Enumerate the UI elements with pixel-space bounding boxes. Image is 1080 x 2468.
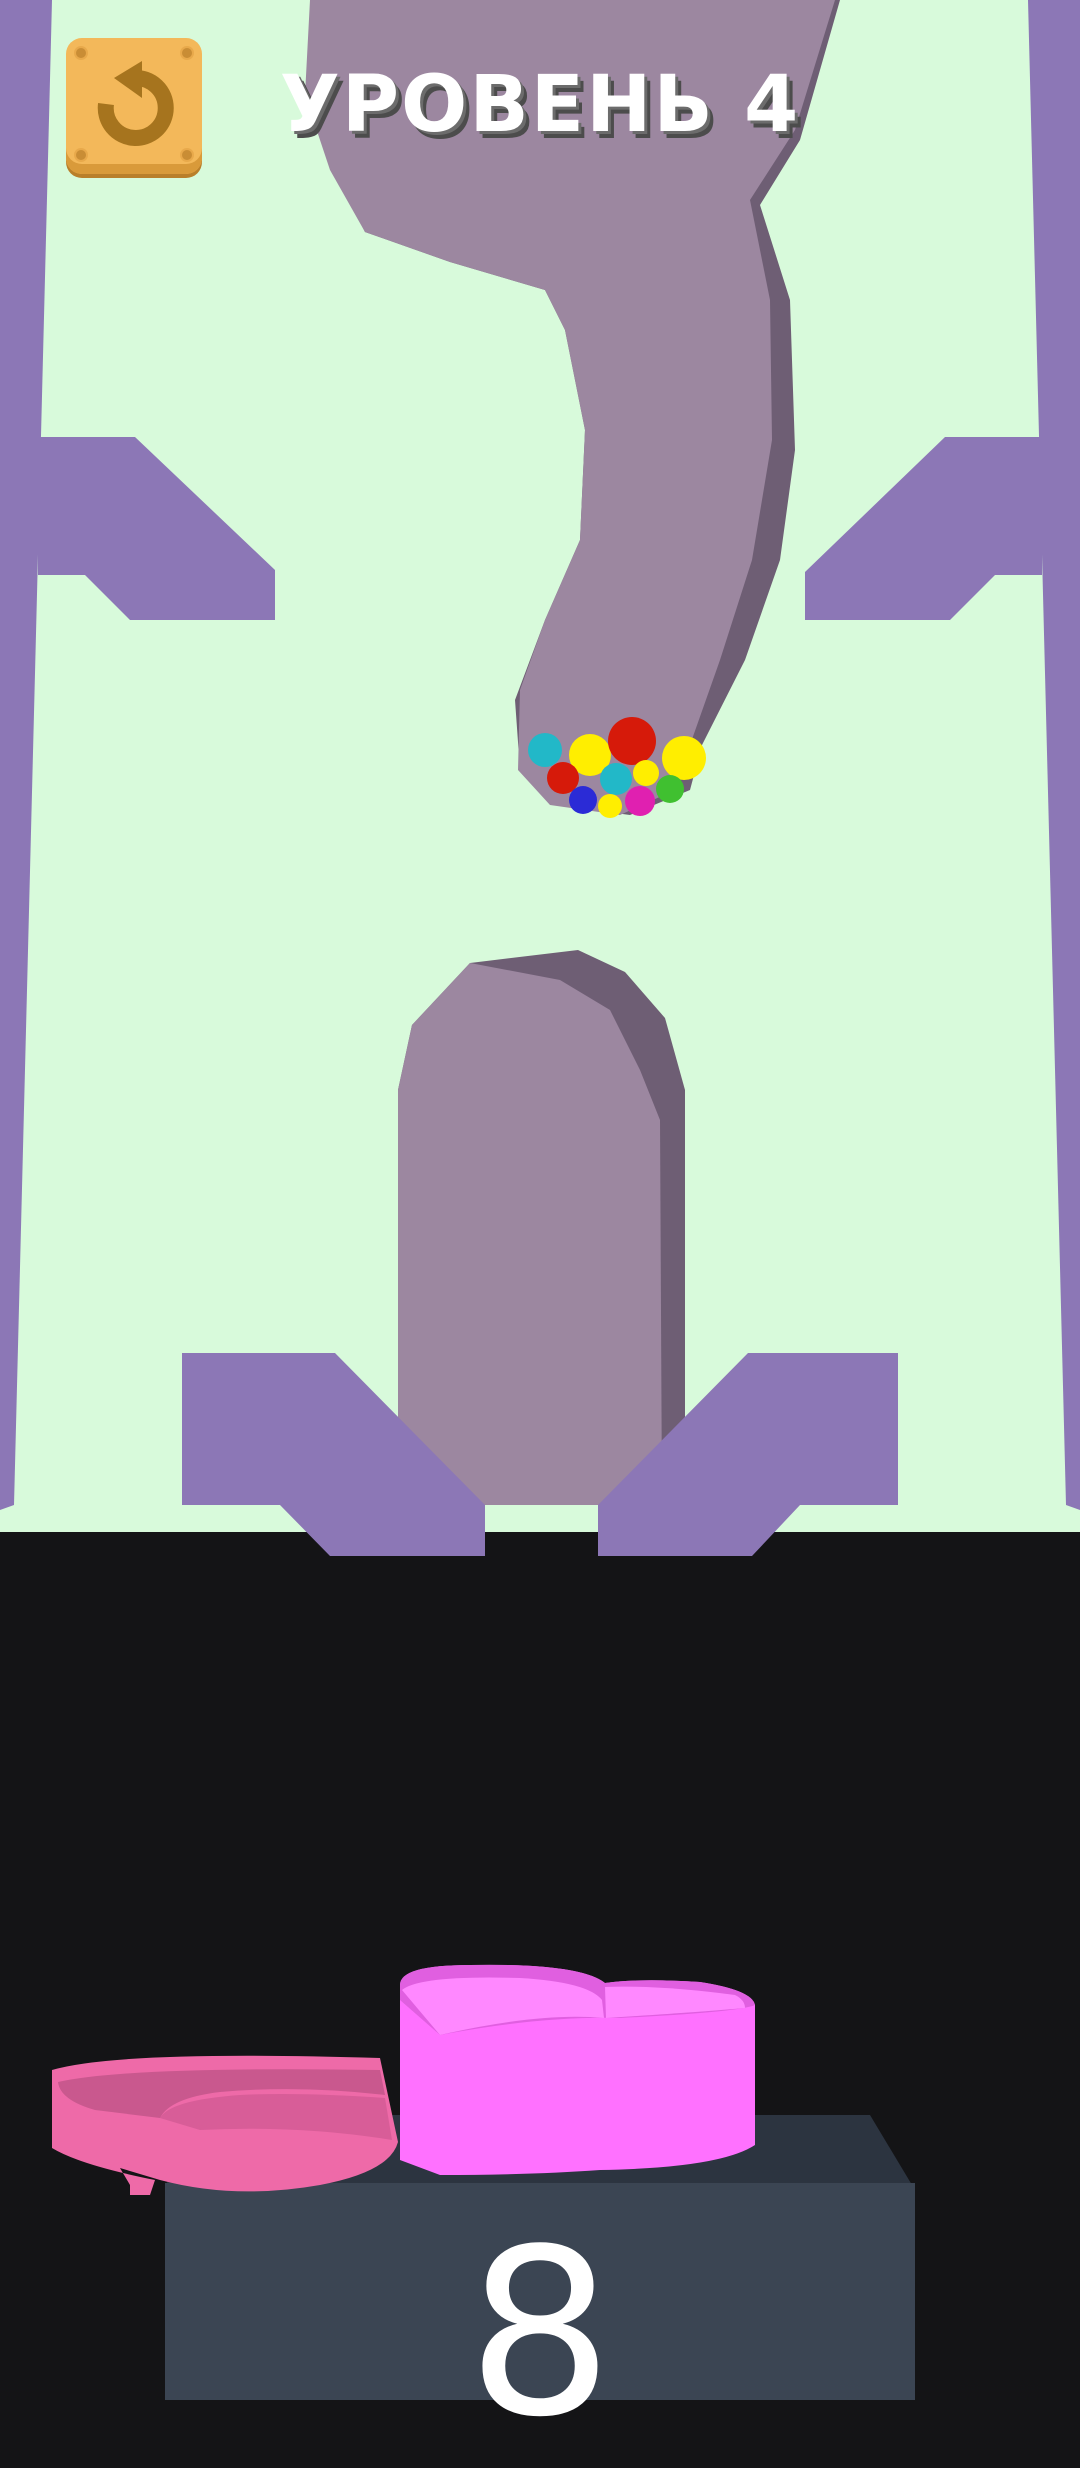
heart-lid <box>52 2055 398 2195</box>
ball-yellow <box>662 736 706 780</box>
ball-yellow <box>598 794 622 818</box>
game-scene[interactable] <box>0 0 1080 2400</box>
ball-magenta <box>625 786 655 816</box>
dug-column <box>398 963 662 1505</box>
ball-red <box>608 717 656 765</box>
screw <box>74 148 88 162</box>
screw <box>180 46 194 60</box>
level-title: УРОВЕНЬ 4 <box>279 60 801 150</box>
ball-green <box>656 775 684 803</box>
screw <box>74 46 88 60</box>
ball-blue <box>569 786 597 814</box>
screw <box>180 148 194 162</box>
ball-yellow <box>633 760 659 786</box>
ball-cyan <box>600 763 632 795</box>
cup-counter: 8 <box>466 2201 614 2468</box>
heart-cup <box>400 1964 755 2175</box>
ball-cyan <box>528 733 562 767</box>
